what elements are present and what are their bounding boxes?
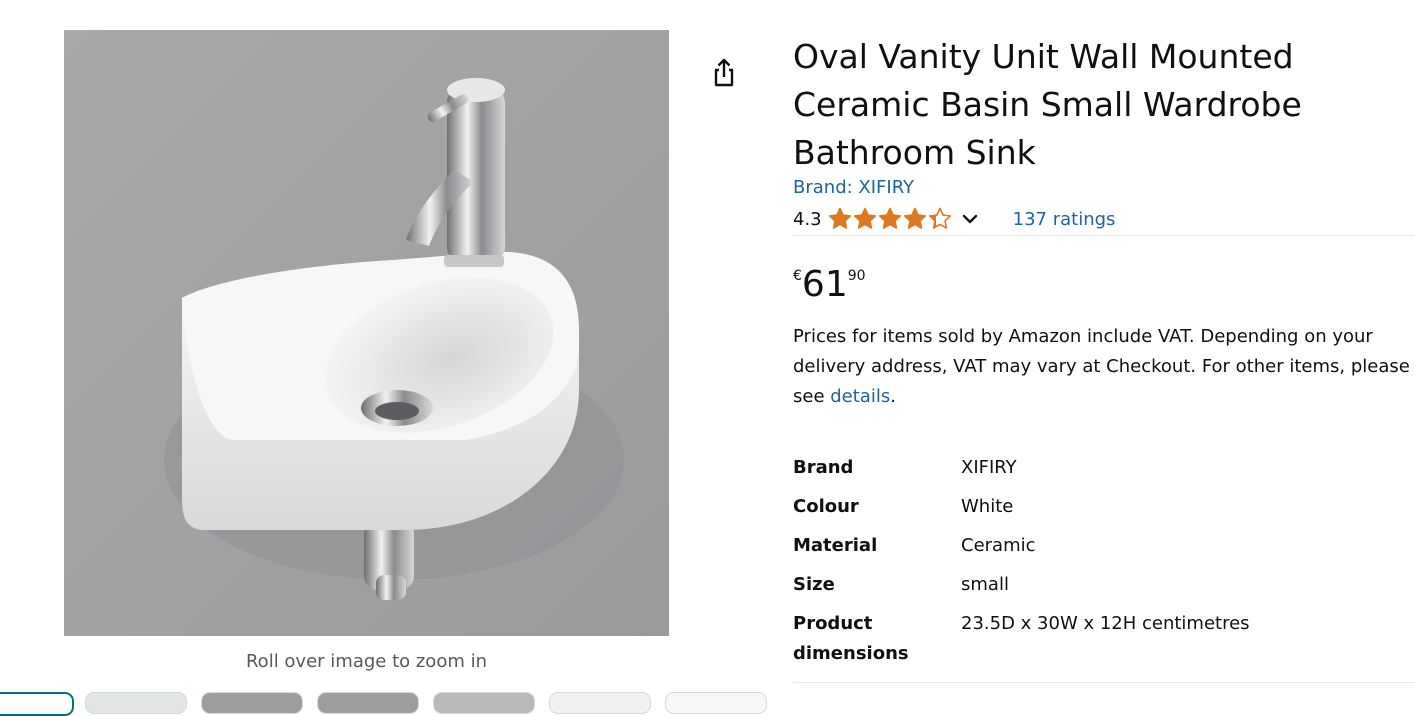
thumbnail-2[interactable] [85,692,187,714]
spec-value: small [961,574,1009,595]
thumbnail-strip [0,692,770,716]
spec-label-text: Product dimensions [793,613,909,664]
thumbnail-6[interactable] [549,692,651,714]
rating-row: 4.3 137 ratings [793,206,1115,232]
thumbnail-4[interactable] [317,692,419,714]
star-icon [828,207,851,229]
star-icon [903,207,926,229]
product-specs-table: Brand XIFIRY Colour White Material Ceram… [793,453,1250,669]
spec-label: Product dimensions [793,609,961,669]
price-fraction: 90 [847,268,866,284]
thumbnail-5[interactable] [433,692,535,714]
ratings-count-link[interactable]: 137 ratings [1013,209,1116,230]
share-icon[interactable] [706,55,742,91]
spec-row-brand: Brand XIFIRY [793,453,1250,492]
rating-value: 4.3 [793,208,822,230]
thumbnail-3[interactable] [201,692,303,714]
chevron-down-icon[interactable] [959,208,981,230]
star-icon [878,207,901,229]
price-whole: 61 [801,264,848,305]
product-title: Oval Vanity Unit Wall Mounted Ceramic Ba… [793,37,1302,172]
spec-value: 23.5D x 30W x 12H centimetres [961,613,1250,634]
spec-label: Colour [793,496,859,517]
sink-illustration [64,30,669,636]
spec-value: Ceramic [961,535,1036,556]
details-link[interactable]: details [830,386,890,407]
zoom-hint: Roll over image to zoom in [245,651,487,672]
spec-label: Size [793,574,835,595]
spec-label: Material [793,535,878,556]
product-main-image[interactable] [64,30,669,636]
vat-note: Prices for items sold by Amazon include … [793,322,1413,412]
thumbnail-7[interactable] [665,692,767,714]
divider [793,682,1415,683]
spec-value: XIFIRY [961,457,1017,478]
brand-link[interactable]: Brand: XIFIRY [793,177,914,198]
price-currency: € [793,268,802,284]
price: €6190 [793,262,866,308]
divider [793,235,1415,236]
thumbnail-1[interactable] [0,692,74,716]
spec-row-material: Material Ceramic [793,531,1250,570]
spec-label: Brand [793,457,854,478]
star-rating[interactable] [828,207,953,231]
spec-row-colour: Colour White [793,492,1250,531]
spec-row-dimensions: Product dimensions 23.5D x 30W x 12H cen… [793,609,1250,669]
star-icon [928,207,951,229]
spec-row-size: Size small [793,570,1250,609]
spec-value: White [961,496,1014,517]
star-icon [853,207,876,229]
vat-note-end: . [890,386,896,407]
